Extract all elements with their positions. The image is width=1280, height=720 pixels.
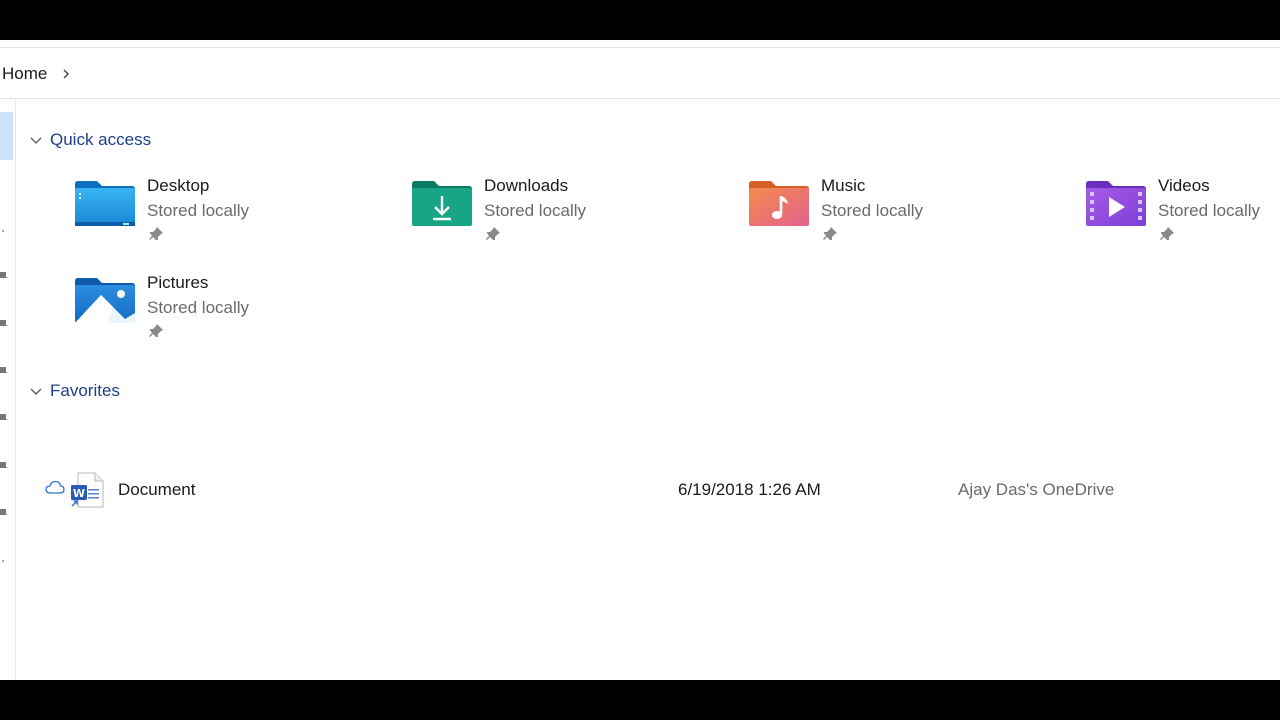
file-name: Document: [118, 480, 196, 499]
music-folder-icon: [749, 181, 809, 226]
group-header-favorites[interactable]: Favorites: [29, 381, 120, 401]
group-header-label: Favorites: [50, 381, 120, 400]
favorites-row-document[interactable]: W Document 6/19/2018 1:26 AM Ajay Das's …: [45, 472, 1245, 512]
nav-dot: [2, 230, 4, 232]
nav-selected-item[interactable]: [0, 112, 13, 160]
item-name: Pictures: [147, 273, 209, 292]
file-date-modified: 6/19/2018 1:26 AM: [678, 480, 821, 499]
quick-access-item-videos[interactable]: Videos Stored locally: [1084, 176, 1280, 256]
pin-icon[interactable]: [0, 270, 9, 282]
quick-access-item-music[interactable]: Music Stored locally: [747, 176, 1047, 256]
item-status: Stored locally: [147, 298, 250, 317]
pin-icon: [823, 227, 837, 240]
item-name: Downloads: [484, 176, 569, 195]
group-header-label: Quick access: [50, 130, 152, 149]
item-status: Stored locally: [1158, 201, 1261, 220]
downloads-folder-icon: [412, 181, 472, 226]
breadcrumb-home[interactable]: Home: [2, 64, 47, 84]
desktop-folder-icon: [75, 181, 135, 226]
item-name: Desktop: [147, 176, 210, 195]
pictures-folder-icon: [75, 278, 135, 323]
word-document-icon: W: [71, 472, 104, 508]
item-status: Stored locally: [821, 201, 924, 220]
chevron-down-icon[interactable]: [29, 133, 43, 147]
pin-icon[interactable]: [0, 412, 9, 424]
item-status: Stored locally: [484, 201, 587, 220]
file-location: Ajay Das's OneDrive: [958, 480, 1115, 499]
pin-icon: [1160, 227, 1174, 240]
pin-icon: [486, 227, 500, 240]
quick-access-item-desktop[interactable]: Desktop Stored locally: [73, 176, 373, 256]
pin-icon: [149, 324, 163, 337]
nav-dot: [2, 560, 4, 562]
pin-icon[interactable]: [0, 365, 9, 377]
pin-icon[interactable]: [0, 507, 9, 519]
pin-icon: [149, 227, 163, 240]
address-bar[interactable]: Home: [0, 48, 1280, 99]
item-name: Music: [821, 176, 866, 195]
item-name: Videos: [1158, 176, 1210, 195]
quick-access-item-pictures[interactable]: Pictures Stored locally: [73, 273, 373, 353]
cloud-icon: [45, 480, 65, 494]
bottom-black-bar: [0, 680, 1280, 720]
file-explorer-window: Home Quick access Desktop Stored locally…: [0, 40, 1280, 680]
breadcrumb: Home: [2, 64, 73, 84]
group-header-quick-access[interactable]: Quick access: [29, 130, 151, 150]
quick-access-item-downloads[interactable]: Downloads Stored locally: [410, 176, 710, 256]
pin-icon[interactable]: [0, 318, 9, 330]
navigation-pane[interactable]: [0, 100, 16, 680]
chevron-right-icon[interactable]: [59, 67, 73, 81]
pin-icon[interactable]: [0, 460, 9, 472]
svg-text:W: W: [73, 487, 85, 500]
content-pane: Quick access Desktop Stored locally Down…: [17, 100, 1280, 680]
videos-folder-icon: [1086, 181, 1146, 226]
item-status: Stored locally: [147, 201, 250, 220]
chevron-down-icon[interactable]: [29, 384, 43, 398]
top-black-bar: [0, 0, 1280, 40]
